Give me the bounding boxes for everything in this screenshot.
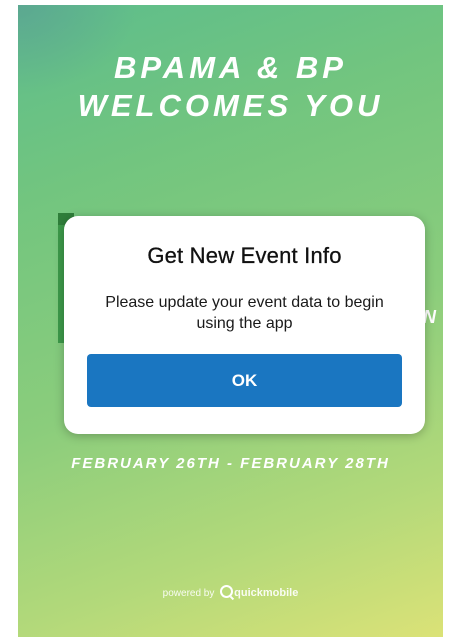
brand-name: quickmobile <box>234 587 299 599</box>
welcome-banner: BPAMA & BP WELCOMES YOU <box>18 49 443 125</box>
welcome-line-1: BPAMA & BP <box>114 50 347 85</box>
ok-button[interactable]: OK <box>87 354 402 407</box>
event-info-dialog: Get New Event Info Please update your ev… <box>64 216 425 434</box>
welcome-line-2: WELCOMES YOU <box>77 88 384 123</box>
powered-by-label: powered by <box>162 588 215 599</box>
quickmobile-logo-icon <box>220 585 234 598</box>
dialog-message: Please update your event data to begin u… <box>105 294 384 332</box>
dialog-title: Get New Event Info <box>147 243 342 268</box>
event-dates: FEBRUARY 26TH - FEBRUARY 28TH <box>71 455 390 472</box>
powered-by-footer: powered by quickmobile <box>18 585 443 599</box>
